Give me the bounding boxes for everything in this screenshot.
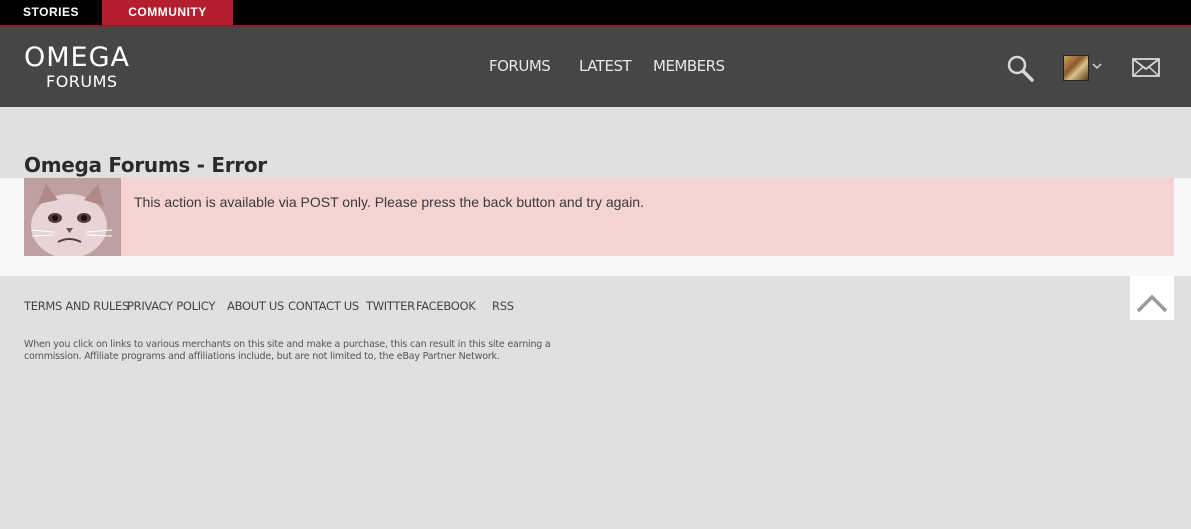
site-logo[interactable]: OMEGA FORUMS: [24, 43, 130, 91]
search-icon[interactable]: [1006, 54, 1034, 82]
error-section: This action is available via POST only. …: [0, 178, 1191, 276]
logo-forums-text: FORUMS: [46, 72, 118, 91]
chevron-down-icon[interactable]: [1091, 61, 1103, 71]
page-title: Omega Forums - Error: [24, 153, 267, 177]
footer-link-facebook[interactable]: FACEBOOK: [416, 299, 476, 313]
error-cat-image: [24, 178, 121, 256]
back-to-top-button[interactable]: [1130, 276, 1174, 320]
tab-community[interactable]: COMMUNITY: [102, 0, 233, 25]
error-message: This action is available via POST only. …: [134, 194, 644, 210]
site-header: OMEGA FORUMS FORUMS LATEST MEMBERS: [0, 27, 1191, 107]
chevron-up-icon: [1136, 294, 1168, 313]
error-box: This action is available via POST only. …: [24, 178, 1174, 256]
footer-link-rss[interactable]: RSS: [492, 299, 514, 313]
mail-icon[interactable]: [1132, 58, 1160, 77]
affiliate-disclaimer: When you click on links to various merch…: [24, 339, 551, 362]
nav-latest[interactable]: LATEST: [579, 57, 632, 75]
footer-link-about[interactable]: ABOUT US: [227, 299, 284, 313]
nav-forums[interactable]: FORUMS: [489, 57, 551, 75]
logo-omega-text: OMEGA: [24, 42, 130, 73]
avatar[interactable]: [1063, 55, 1089, 81]
footer-link-terms[interactable]: TERMS AND RULES: [24, 299, 129, 313]
footer-link-contact[interactable]: CONTACT US: [288, 299, 359, 313]
tab-stories[interactable]: STORIES: [0, 0, 102, 25]
nav-members[interactable]: MEMBERS: [653, 57, 725, 75]
top-bar: STORIES COMMUNITY: [0, 0, 1191, 25]
footer-link-privacy[interactable]: PRIVACY POLICY: [127, 299, 215, 313]
footer-link-twitter[interactable]: TWITTER: [366, 299, 415, 313]
